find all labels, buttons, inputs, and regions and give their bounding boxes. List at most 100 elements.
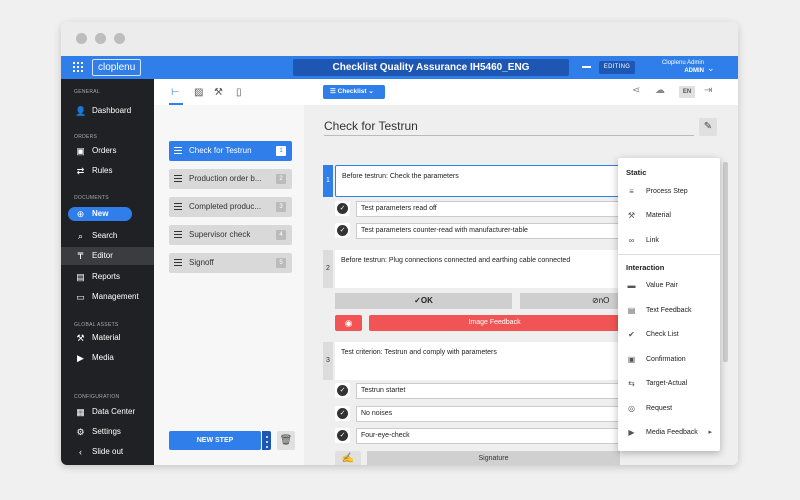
menu-item-text-feedback[interactable]: ▤ Text Feedback	[618, 302, 720, 320]
step-number: 5	[276, 258, 286, 268]
menu-item-material[interactable]: ⚒ Material	[618, 207, 720, 225]
procedure-number: 2	[323, 250, 333, 288]
drag-handle-icon[interactable]	[174, 231, 182, 240]
drag-handle-icon[interactable]	[174, 203, 182, 212]
drag-handle-icon[interactable]	[174, 147, 182, 156]
check-circle-icon[interactable]: ✓	[335, 406, 350, 421]
check-circle-icon[interactable]: ✓	[335, 223, 350, 238]
document-icon[interactable]: ▯	[236, 87, 242, 98]
section-configuration: CONFIGURATION	[74, 394, 120, 400]
drag-handle-icon[interactable]	[174, 259, 182, 268]
checklist-dropdown[interactable]: ☰ Checklist ⌄	[323, 85, 385, 99]
menu-item-check-list[interactable]: ✔ Check List	[618, 326, 720, 344]
check-item[interactable]: Test parameters counter-read with manufa…	[356, 223, 626, 239]
nok-button[interactable]: ⊘nO	[520, 293, 620, 309]
step-item[interactable]: Completed produc... 3	[169, 197, 292, 217]
procedure-text[interactable]: Before testrun: Plug connections connect…	[335, 250, 625, 288]
step-item[interactable]: Production order b... 2	[169, 169, 292, 189]
menu-item-value-pair[interactable]: ▬ Value Pair	[618, 277, 720, 295]
signature-icon[interactable]: ✍	[335, 451, 361, 465]
sidebar-item-dashboard[interactable]: 👤 Dashboard	[61, 102, 154, 120]
edit-icon[interactable]: ✎	[699, 118, 717, 136]
tree-icon[interactable]: ⊢	[171, 87, 180, 98]
tools-icon[interactable]: ⚒	[214, 87, 223, 98]
app-header: cloplenu Checklist Quality Assurance IH5…	[61, 56, 738, 79]
step-item[interactable]: Signoff 5	[169, 253, 292, 273]
block-icon: ⊘	[592, 296, 599, 305]
sidebar-item-settings[interactable]: ⚙ Settings	[61, 423, 154, 441]
image-feedback-button[interactable]: Image Feedback	[369, 315, 620, 331]
check-item[interactable]: No noises	[356, 406, 626, 422]
check-item[interactable]: Four-eye-check	[356, 428, 626, 444]
chevron-down-icon[interactable]: ⌄	[707, 63, 715, 74]
step-item[interactable]: Supervisor check 4	[169, 225, 292, 245]
orders-icon: ▣	[76, 146, 85, 156]
title-underline	[324, 135, 694, 136]
menu-item-label: Link	[646, 237, 659, 244]
sidebar-item-data-center[interactable]: ▦ Data Center	[61, 403, 154, 421]
target-actual-icon: ⇆	[628, 379, 635, 388]
sidebar-item-editor[interactable]: ₸ Editor	[61, 247, 154, 265]
brand-logo: cloplenu	[92, 59, 142, 76]
sidebar-item-orders[interactable]: ▣ Orders	[61, 142, 154, 160]
media-icon: ▶	[628, 428, 635, 437]
vertical-scrollbar[interactable]	[723, 162, 728, 362]
sidebar-item-reports[interactable]: ▤ Reports	[61, 268, 154, 286]
document-title: Checklist Quality Assurance IH5460_ENG	[293, 59, 569, 76]
list-icon: ☰	[330, 88, 338, 95]
sidebar-item-label: Reports	[92, 272, 121, 281]
step-title[interactable]: Check for Testrun	[324, 119, 418, 133]
sidebar-item-label: Rules	[92, 166, 113, 175]
step-label: Supervisor check	[189, 230, 251, 239]
exit-icon[interactable]: ⇥	[704, 85, 712, 96]
trash-icon[interactable]: 🗑	[277, 431, 295, 450]
user-menu[interactable]: Cloplenu Admin ADMIN	[651, 59, 704, 75]
sidebar-item-search[interactable]: ⌕ Search	[61, 227, 154, 245]
share-icon[interactable]: ⋖	[632, 85, 640, 96]
check-circle-icon[interactable]: ✓	[335, 383, 350, 398]
apps-grid-icon[interactable]	[73, 62, 83, 72]
check-item[interactable]: Testrun startet	[356, 383, 626, 399]
menu-item-confirmation[interactable]: ▣ Confirmation	[618, 351, 720, 369]
menu-item-media-feedback[interactable]: ▶ Media Feedback ▸	[618, 424, 720, 442]
drag-handle-icon[interactable]	[174, 175, 182, 184]
sidebar-item-management[interactable]: ▭ Management	[61, 288, 154, 306]
sidebar-item-rules[interactable]: ⇄ Rules	[61, 162, 154, 180]
new-step-button[interactable]: NEW STEP	[169, 431, 261, 450]
mode-badge: EDITING	[599, 61, 635, 74]
window-dot-minimize[interactable]	[95, 33, 106, 44]
section-orders: ORDERS	[74, 134, 98, 140]
step-item[interactable]: Check for Testrun 1	[169, 141, 292, 161]
camera-icon[interactable]: ◉	[335, 315, 362, 331]
value-pair-icon: ▬	[627, 281, 636, 290]
sidebar-item-media[interactable]: ▶ Media	[61, 349, 154, 367]
check-item[interactable]: Test parameters read off	[356, 201, 626, 217]
window-dot-maximize[interactable]	[114, 33, 125, 44]
step-list-panel: Check for Testrun 1 Production order b..…	[154, 105, 304, 465]
cloud-upload-icon[interactable]: ☁	[655, 85, 665, 96]
image-icon[interactable]: ▨	[194, 87, 203, 98]
procedure-text[interactable]: Test criterion: Testrun and comply with …	[335, 342, 625, 380]
sidebar-item-slide-out[interactable]: ‹ Slide out	[61, 443, 154, 461]
sidebar-item-label: Media	[92, 353, 114, 362]
more-vert-icon[interactable]	[262, 431, 271, 450]
procedure-number: 3	[323, 342, 333, 380]
menu-item-request[interactable]: ◎ Request	[618, 400, 720, 418]
menu-item-label: Request	[646, 405, 673, 412]
chevron-left-icon: ‹	[79, 447, 82, 457]
editor-icon: ₸	[77, 251, 84, 261]
menu-item-link[interactable]: ∞ Link	[618, 232, 720, 250]
nok-label: nO	[598, 296, 610, 305]
signature-button[interactable]: Signature	[367, 451, 620, 465]
check-circle-icon[interactable]: ✓	[335, 428, 350, 443]
step-label: Production order b...	[189, 174, 262, 183]
sidebar-item-material[interactable]: ⚒ Material	[61, 329, 154, 347]
comment-icon: ▤	[627, 306, 636, 315]
menu-item-target-actual[interactable]: ⇆ Target-Actual	[618, 375, 720, 393]
window-dot-close[interactable]	[76, 33, 87, 44]
menu-item-process-step[interactable]: ≡ Process Step	[618, 183, 720, 201]
sidebar-item-new[interactable]: ⊕ New	[61, 205, 154, 223]
language-badge[interactable]: EN	[679, 86, 695, 98]
check-circle-icon[interactable]: ✓	[335, 201, 350, 216]
ok-button[interactable]: ✓OK	[335, 293, 512, 309]
